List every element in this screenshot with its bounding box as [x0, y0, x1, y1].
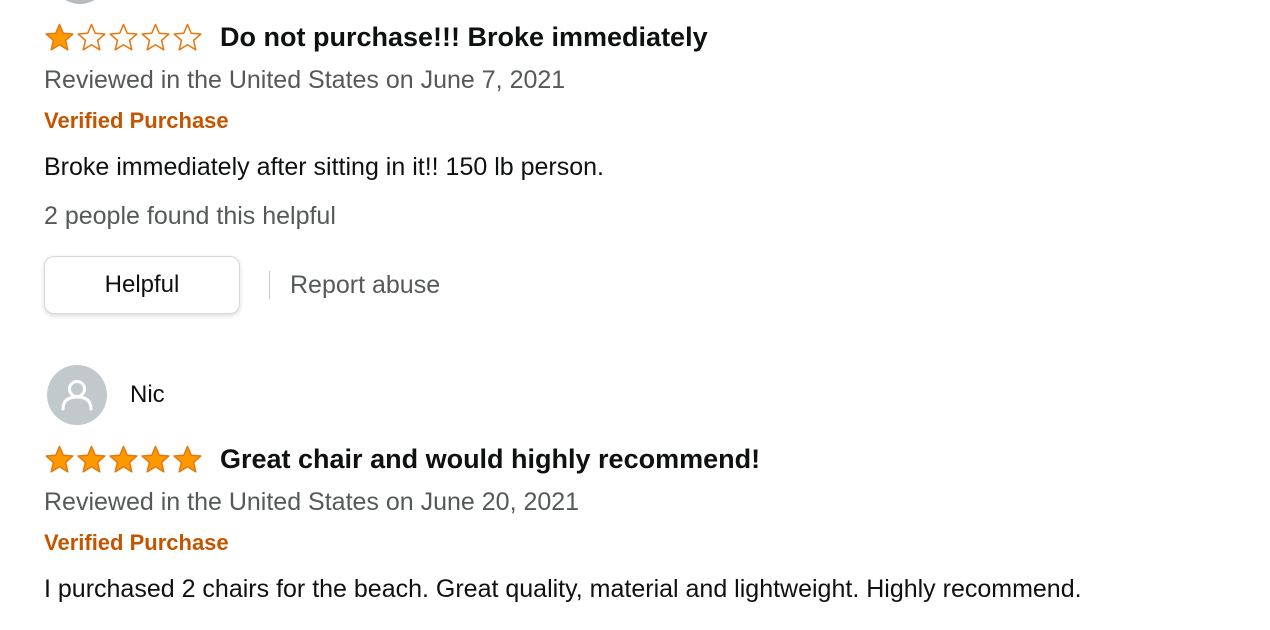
star-rating[interactable] — [44, 22, 203, 52]
user-avatar-icon — [47, 365, 107, 425]
verified-purchase-badge[interactable]: Verified Purchase — [44, 522, 1254, 564]
star-empty-icon — [141, 23, 170, 51]
star-empty-icon — [109, 23, 138, 51]
reviewer-name: Nic — [130, 381, 165, 408]
verified-purchase-badge[interactable]: Verified Purchase — [44, 100, 1254, 142]
review-date: Reviewed in the United States on June 20… — [44, 488, 580, 516]
star-filled-icon — [109, 445, 138, 473]
star-filled-icon — [45, 445, 74, 473]
star-filled-icon — [141, 445, 170, 473]
review-body: I purchased 2 chairs for the beach. Grea… — [44, 575, 1082, 603]
star-filled-icon — [77, 445, 106, 473]
star-empty-icon — [77, 23, 106, 51]
review-body: Broke immediately after sitting in it!! … — [44, 153, 604, 181]
review-item: Do not purchase!!! Broke immediately Rev… — [44, 14, 1254, 314]
star-rating[interactable] — [44, 444, 203, 474]
star-filled-icon — [173, 445, 202, 473]
review-date: Reviewed in the United States on June 7,… — [44, 66, 566, 94]
reviewer-profile[interactable]: Nic — [44, 364, 1254, 426]
helpful-button[interactable]: Helpful — [44, 256, 240, 314]
review-title[interactable]: Do not purchase!!! Broke immediately — [220, 22, 708, 53]
helpful-count: 2 people found this helpful — [44, 202, 336, 230]
previous-reviewer-avatar — [52, 0, 108, 4]
review-actions: Helpful Report abuse — [44, 256, 1254, 314]
action-divider — [269, 271, 270, 299]
star-empty-icon — [173, 23, 202, 51]
review-title-row: Great chair and would highly recommend! — [44, 436, 1254, 482]
report-abuse-link[interactable]: Report abuse — [290, 271, 440, 300]
review-item: Nic Great chair and would highly recomme… — [44, 364, 1254, 614]
star-filled-icon — [45, 23, 74, 51]
review-title[interactable]: Great chair and would highly recommend! — [220, 444, 760, 475]
review-title-row: Do not purchase!!! Broke immediately — [44, 14, 1254, 60]
